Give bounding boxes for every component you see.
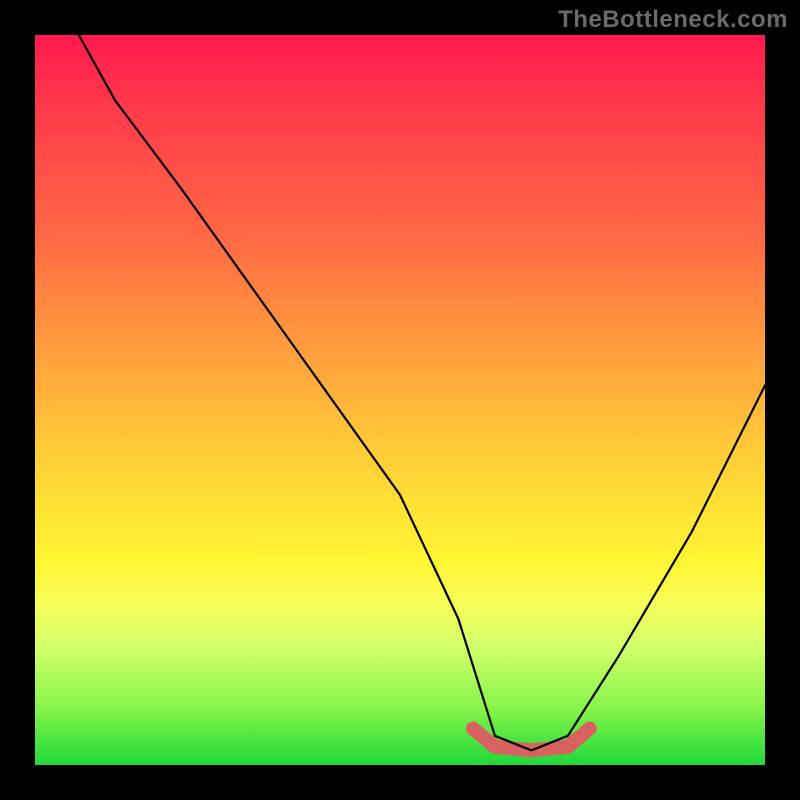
chart-frame: TheBottleneck.com [0, 0, 800, 800]
bottleneck-curve [79, 35, 765, 750]
gradient-plot-area [35, 35, 765, 765]
highlight-bump [473, 729, 590, 751]
watermark-text: TheBottleneck.com [558, 6, 788, 34]
chart-svg [35, 35, 765, 765]
